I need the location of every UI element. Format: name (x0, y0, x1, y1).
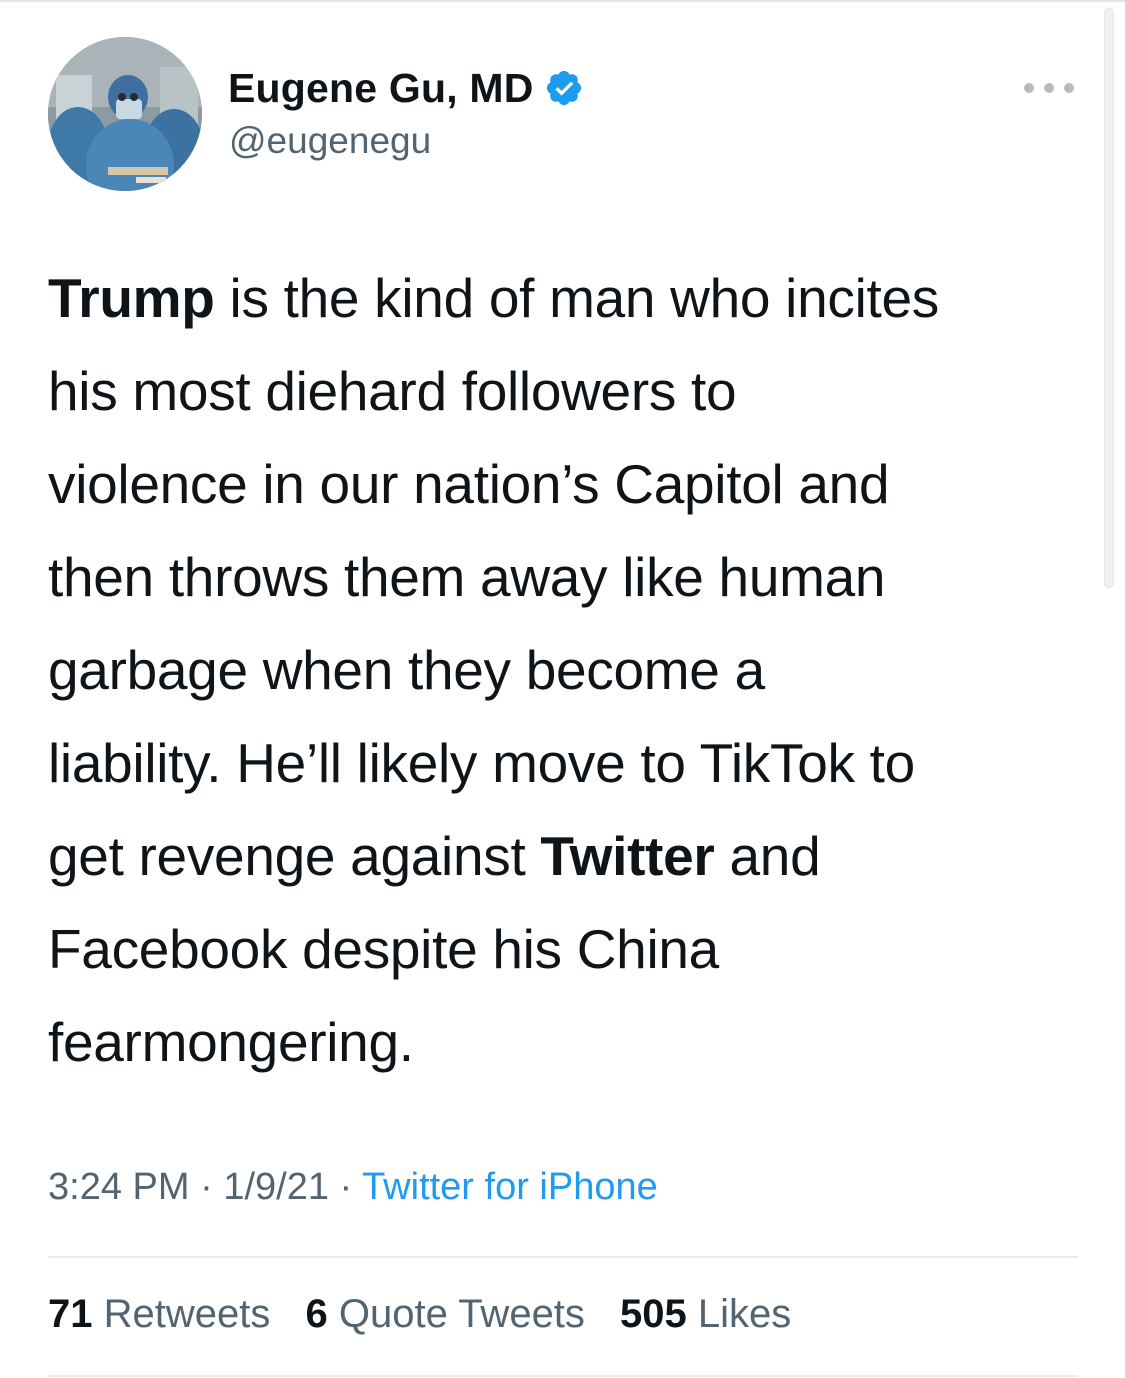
retweets-count: 71 (48, 1292, 93, 1336)
more-dots-icon[interactable] (1024, 76, 1074, 100)
tweet-line: his most diehard followers to (48, 345, 1088, 438)
tweet-bold-segment: Trump (48, 267, 215, 329)
surgeon-photo-avatar (48, 37, 202, 191)
quote-tweets-label: Quote Tweets (327, 1292, 585, 1336)
top-divider (0, 0, 1125, 2)
author-name-row[interactable]: Eugene Gu, MD (228, 63, 584, 113)
tweet-segment: his most diehard followers to (48, 360, 737, 422)
author-handle[interactable]: @eugenegu (229, 120, 431, 162)
retweets-label: Retweets (92, 1292, 271, 1336)
tweet-segment: is the kind of man who incites (214, 267, 940, 329)
tweet-segment: get revenge against (48, 825, 541, 887)
tweet-text: Trump is the kind of man who incites his… (48, 252, 1088, 1089)
tweet-bold-segment: Twitter (540, 825, 715, 887)
bottom-divider (48, 1375, 1078, 1377)
meta-separator: · (189, 1166, 224, 1208)
tweet-source-link[interactable]: Twitter for iPhone (362, 1166, 658, 1208)
author-name[interactable]: Eugene Gu, MD (228, 65, 534, 112)
tweet-segment: and (714, 825, 821, 887)
tweet-line: Facebook despite his China (48, 903, 1088, 996)
avatar[interactable] (48, 37, 202, 191)
meta-separator: · (328, 1166, 363, 1208)
tweet-time[interactable]: 3:24 PM (48, 1166, 190, 1208)
tweet-segment: violence in our nation’s Capitol and (48, 453, 890, 515)
quote-tweets-stat[interactable]: 6 Quote Tweets (305, 1292, 584, 1336)
tweet-segment: garbage when they become a (48, 639, 765, 701)
tweet-line: then throws them away like human (48, 531, 1088, 624)
likes-label: Likes (686, 1292, 792, 1336)
verified-badge-icon (546, 70, 581, 106)
quote-tweets-count: 6 (305, 1292, 328, 1336)
more-dot (1024, 83, 1034, 93)
tweet-line: Trump is the kind of man who incites (48, 252, 1088, 345)
more-dot (1044, 83, 1054, 93)
tweet-segment: liability. He’ll likely move to TikTok t… (48, 732, 915, 794)
scrollbar[interactable] (1104, 8, 1114, 588)
tweet-segment: then throws them away like human (48, 546, 886, 608)
tweet-line: garbage when they become a (48, 624, 1088, 717)
tweet-line: violence in our nation’s Capitol and (48, 438, 1088, 531)
likes-stat[interactable]: 505 Likes (620, 1292, 791, 1336)
tweet-line: fearmongering. (48, 996, 1088, 1089)
stats-divider (48, 1256, 1078, 1258)
tweet-detail-page: Eugene Gu, MD @eugenegu Trump is the kin… (0, 0, 1125, 1378)
tweet-segment: Facebook despite his China (48, 918, 719, 980)
tweet-stats: 71 Retweets 6 Quote Tweets 505 Likes (48, 1292, 815, 1337)
tweet-meta: 3:24 PM · 1/9/21 · Twitter for iPhone (48, 1166, 658, 1209)
likes-count: 505 (620, 1292, 687, 1336)
retweets-stat[interactable]: 71 Retweets (48, 1292, 270, 1336)
tweet-line: get revenge against Twitter and (48, 810, 1088, 903)
tweet-line: liability. He’ll likely move to TikTok t… (48, 717, 1088, 810)
more-dot (1064, 83, 1074, 93)
tweet-segment: fearmongering. (48, 1011, 414, 1073)
tweet-date[interactable]: 1/9/21 (223, 1166, 329, 1208)
